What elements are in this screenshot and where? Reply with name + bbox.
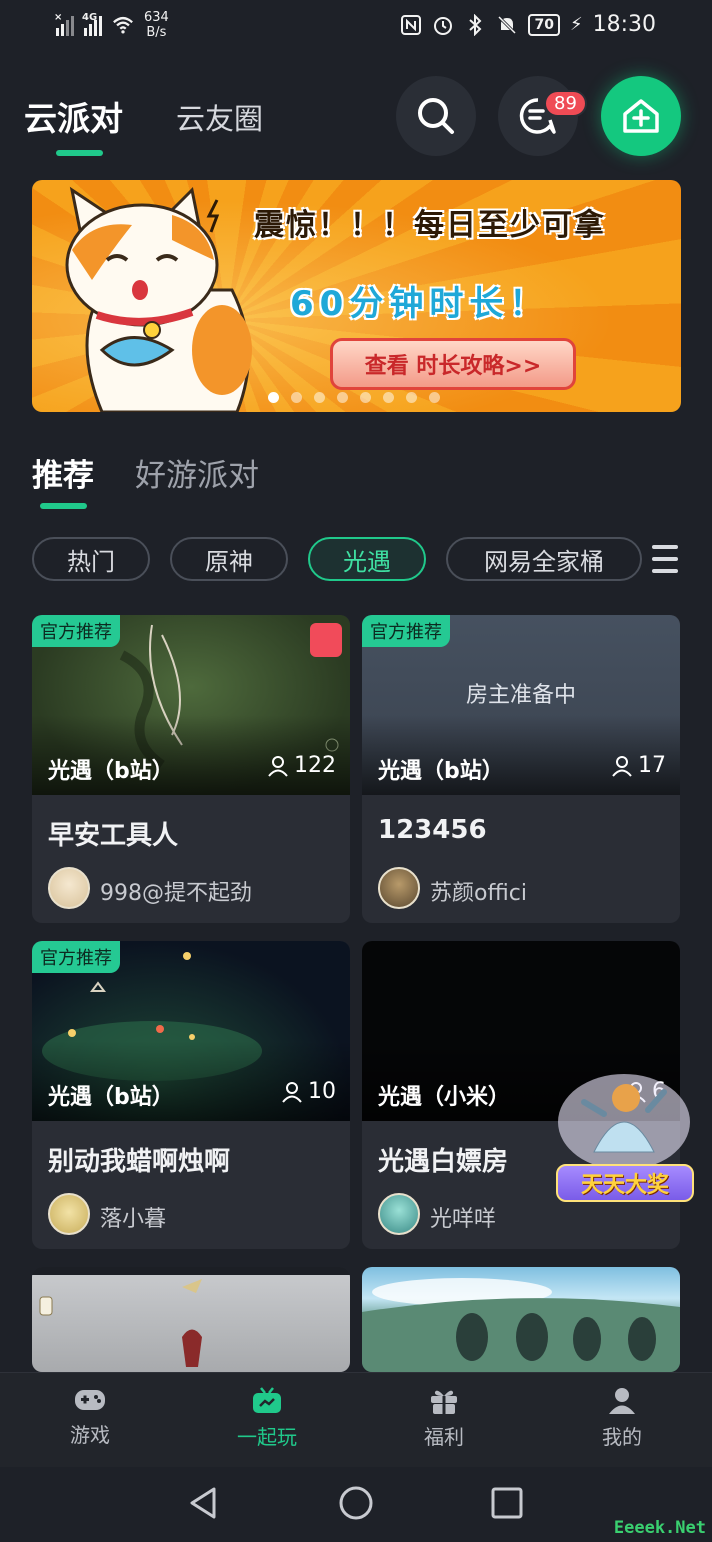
room-game-name: 光遇（小米）	[378, 1085, 511, 1110]
signal-icon-sim2: 4G	[82, 12, 102, 36]
room-thumbnail	[32, 1267, 350, 1372]
room-game-name: 光遇（b站）	[48, 759, 174, 784]
tab-good-game-party[interactable]: 好游派对	[135, 450, 259, 495]
gamepad-icon	[75, 1390, 105, 1410]
person-icon	[612, 755, 632, 777]
tab-recommended[interactable]: 推荐	[32, 450, 94, 495]
message-count-badge: 89	[544, 90, 587, 117]
gift-icon	[431, 1390, 457, 1414]
room-thumbnail	[362, 1267, 680, 1372]
banner-dot	[360, 392, 371, 403]
room-title: 早安工具人	[48, 821, 179, 851]
host-username: 落小暮	[100, 1207, 167, 1232]
chip-genshin[interactable]: 原神	[170, 537, 288, 581]
banner-dot	[383, 392, 394, 403]
status-bar: × 4G 634 B/s 70 ⚡ 18:30	[0, 0, 712, 56]
charging-icon: ⚡	[569, 14, 583, 35]
home-icon[interactable]	[338, 1485, 374, 1521]
avatar	[378, 867, 420, 909]
room-card[interactable]: 官方推荐 光遇（b站） 10 别动我蜡啊烛啊 落小暮	[32, 941, 350, 1249]
system-navigation-bar	[0, 1467, 712, 1542]
room-player-count: 10	[282, 1079, 336, 1104]
network-speed: 634 B/s	[144, 10, 169, 40]
red-packet-icon	[310, 623, 342, 657]
host-username: 苏颜offici	[430, 881, 527, 906]
clock: 18:30	[592, 12, 656, 37]
room-title: 别动我蜡啊烛啊	[48, 1147, 231, 1177]
room-card[interactable]	[362, 1267, 680, 1372]
room-title: 光遇白嫖房	[378, 1147, 509, 1177]
daily-prize-floating-button[interactable]: 天天大奖	[554, 1062, 696, 1206]
host-username: 光咩咩	[430, 1207, 497, 1232]
room-game-name: 光遇（b站）	[378, 759, 504, 784]
avatar	[48, 867, 90, 909]
search-icon	[418, 98, 454, 134]
signal-icon-sim1: ×	[54, 12, 74, 36]
room-title: 123456	[378, 815, 487, 845]
user-icon	[609, 1388, 635, 1414]
watermark: Eeeek.Net	[613, 1518, 706, 1538]
tab-cloud-party[interactable]: 云派对	[24, 92, 123, 140]
wifi-icon	[112, 14, 134, 36]
back-icon[interactable]	[186, 1485, 222, 1521]
official-recommend-tag: 官方推荐	[362, 615, 450, 647]
mute-bell-icon	[496, 14, 518, 36]
bottom-navigation: 游戏 一起玩 福利 我的	[0, 1372, 712, 1467]
nav-games[interactable]: 游戏	[30, 1387, 150, 1448]
banner-subline: 60分钟时长！	[290, 284, 550, 324]
recents-icon[interactable]	[490, 1486, 524, 1520]
banner-guide-button[interactable]: 查看 时长攻略>>	[330, 338, 576, 390]
menu-icon[interactable]	[652, 545, 678, 573]
chip-hot[interactable]: 热门	[32, 537, 150, 581]
host-username: 998@提不起劲	[100, 881, 252, 906]
nav-profile[interactable]: 我的	[562, 1387, 682, 1450]
room-player-count: 122	[268, 753, 336, 778]
chip-sky[interactable]: 光遇	[308, 537, 426, 581]
room-card[interactable]	[32, 1267, 350, 1372]
banner-headline: 震惊！！！每日至少可拿	[254, 208, 606, 243]
home-plus-icon	[623, 99, 659, 133]
messages-button[interactable]: 89	[498, 76, 587, 156]
official-recommend-tag: 官方推荐	[32, 615, 120, 647]
tab-cloud-friends[interactable]: 云友圈	[176, 96, 263, 138]
alarm-icon	[432, 14, 454, 36]
banner-dot	[429, 392, 440, 403]
banner-dot	[291, 392, 302, 403]
nav-play-together[interactable]: 一起玩	[207, 1387, 327, 1450]
chip-netease-bundle[interactable]: 网易全家桶	[446, 537, 642, 581]
battery-indicator: 70	[528, 13, 560, 36]
tab-active-indicator	[56, 150, 103, 156]
room-card[interactable]: 官方推荐 光遇（b站） 122 早安工具人 998@提不起劲	[32, 615, 350, 923]
official-recommend-tag: 官方推荐	[32, 941, 120, 973]
promo-banner[interactable]: 震惊！！！每日至少可拿 60分钟时长！ 查看 时长攻略>>	[32, 180, 681, 412]
person-icon	[282, 1081, 302, 1103]
nfc-icon	[400, 14, 422, 36]
bluetooth-icon	[464, 13, 486, 36]
avatar	[48, 1193, 90, 1235]
daily-prize-label: 天天大奖	[556, 1164, 694, 1202]
banner-pagination	[268, 392, 440, 403]
lucky-cat-illustration	[65, 186, 252, 412]
room-card[interactable]: 房主准备中 官方推荐 光遇（b站） 17 123456 苏颜offici	[362, 615, 680, 923]
section-tab-indicator	[40, 503, 87, 509]
room-status: 房主准备中	[465, 683, 576, 708]
person-icon	[268, 755, 288, 777]
tv-icon	[253, 1387, 281, 1413]
room-player-count: 17	[612, 753, 666, 778]
banner-dot	[314, 392, 325, 403]
avatar	[378, 1193, 420, 1235]
banner-dot	[337, 392, 348, 403]
nav-benefits[interactable]: 福利	[384, 1387, 504, 1450]
room-game-name: 光遇（b站）	[48, 1085, 174, 1110]
search-button[interactable]	[396, 76, 476, 156]
banner-dot	[268, 392, 279, 403]
banner-dot	[406, 392, 417, 403]
prize-character-icon	[558, 1074, 690, 1170]
home-room-button[interactable]	[601, 76, 681, 156]
